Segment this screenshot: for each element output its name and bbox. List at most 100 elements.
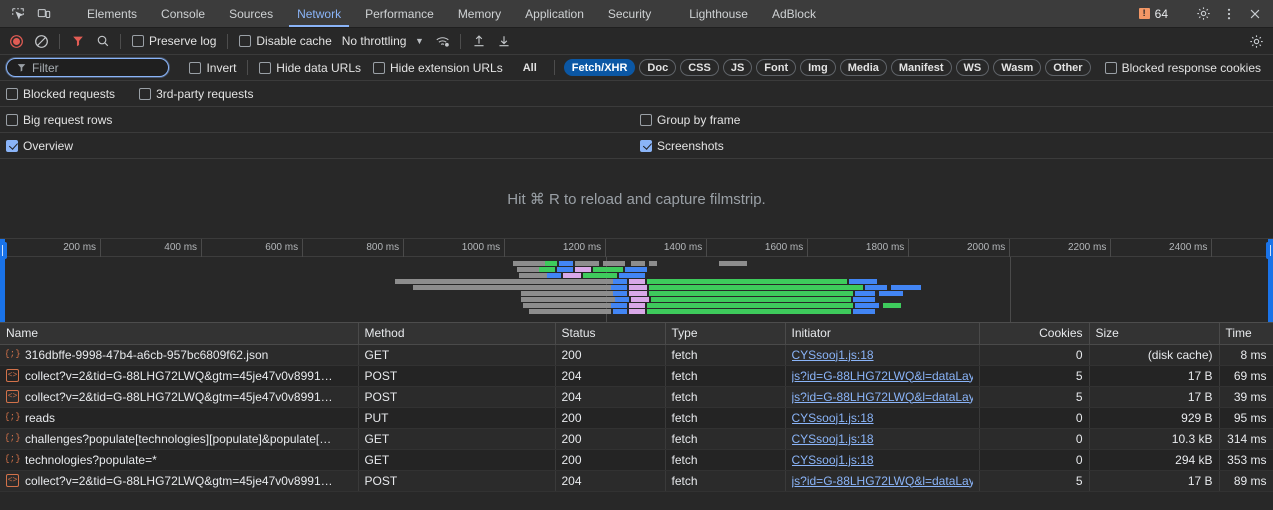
- overview-right-handle[interactable]: [1266, 239, 1273, 322]
- filter-pill-font[interactable]: Font: [756, 59, 797, 76]
- initiator-link[interactable]: js?id=G-88LHG72LWQ&l=dataLay: [792, 369, 973, 383]
- screenshots-wrap: Screenshots: [640, 139, 730, 153]
- network-overview[interactable]: 200 ms 400 ms 600 ms 800 ms 1000 ms 1200 ms 14…: [0, 239, 1273, 323]
- tab-sources[interactable]: Sources: [217, 0, 285, 27]
- overview-left-handle[interactable]: [0, 239, 7, 322]
- disable-cache-checkbox[interactable]: Disable cache: [233, 34, 337, 48]
- cell-name[interactable]: <> collect?v=2&tid=G-88LHG72LWQ&gtm=45je4…: [0, 365, 359, 387]
- filter-pill-media[interactable]: Media: [839, 59, 887, 76]
- table-row[interactable]: <> collect?v=2&tid=G-88LHG72LWQ&gtm=45je4…: [0, 365, 1273, 387]
- hide-extension-urls-checkbox[interactable]: Hide extension URLs: [367, 61, 509, 75]
- overview-checkbox[interactable]: Overview: [6, 139, 79, 153]
- search-input[interactable]: Filter: [6, 58, 170, 77]
- column-header-type[interactable]: Type: [665, 323, 786, 345]
- blocked-response-cookies-checkbox[interactable]: Blocked response cookies: [1099, 61, 1267, 75]
- table-row[interactable]: <> collect?v=2&tid=G-88LHG72LWQ&gtm=45je4…: [0, 386, 1273, 408]
- table-row[interactable]: {;} challenges?populate[technologies][pop…: [0, 428, 1273, 450]
- overview-waterfall[interactable]: [0, 257, 1273, 322]
- cell-name[interactable]: {;} 316dbffe-9998-47b4-a6cb-957bc6809f62.…: [0, 344, 359, 366]
- device-toolbar-icon[interactable]: [32, 3, 56, 25]
- filter-pill-img[interactable]: Img: [800, 59, 836, 76]
- initiator-link[interactable]: CYSsooj1.js:18: [792, 411, 973, 425]
- tab-memory[interactable]: Memory: [446, 0, 513, 27]
- column-header-initiator[interactable]: Initiator: [785, 323, 980, 345]
- cell-initiator[interactable]: js?id=G-88LHG72LWQ&l=dataLay: [785, 365, 980, 387]
- column-header-method[interactable]: Method: [358, 323, 556, 345]
- preserve-log-checkbox[interactable]: Preserve log: [126, 34, 222, 48]
- initiator-link[interactable]: js?id=G-88LHG72LWQ&l=dataLay: [792, 474, 973, 488]
- kebab-menu-icon[interactable]: [1217, 3, 1241, 25]
- screenshots-checkbox[interactable]: Screenshots: [640, 139, 730, 153]
- group-by-frame-checkbox[interactable]: Group by frame: [640, 113, 746, 127]
- tab-lighthouse[interactable]: Lighthouse: [677, 0, 760, 27]
- filter-pill-all[interactable]: All: [515, 59, 545, 76]
- overview-bar-segment: [575, 261, 599, 266]
- cell-initiator[interactable]: js?id=G-88LHG72LWQ&l=dataLay: [785, 386, 980, 408]
- record-button[interactable]: [4, 31, 29, 52]
- cell-name[interactable]: {;} technologies?populate=*: [0, 449, 359, 471]
- tab-performance[interactable]: Performance: [353, 0, 446, 27]
- table-row[interactable]: <> collect?v=2&tid=G-88LHG72LWQ&gtm=45je4…: [0, 470, 1273, 492]
- blocked-requests-checkbox[interactable]: Blocked requests: [6, 87, 121, 101]
- cell-name[interactable]: <> collect?v=2&tid=G-88LHG72LWQ&gtm=45je4…: [0, 470, 359, 492]
- tab-network[interactable]: Network: [285, 0, 353, 27]
- cell-initiator[interactable]: CYSsooj1.js:18: [785, 428, 980, 450]
- initiator-link[interactable]: js?id=G-88LHG72LWQ&l=dataLay: [792, 390, 973, 404]
- column-header-time[interactable]: Time: [1219, 323, 1273, 345]
- chevron-down-icon[interactable]: ▼: [408, 36, 430, 46]
- export-har-icon[interactable]: [491, 31, 516, 52]
- overview-bar-segment: [593, 267, 623, 272]
- wifi-settings-icon[interactable]: [430, 31, 455, 52]
- filter-pill-js[interactable]: JS: [722, 59, 753, 76]
- table-row[interactable]: {;} reads PUT 200 fetch CYSsooj1.js:18 0 929 B9…: [0, 407, 1273, 429]
- column-header-name[interactable]: Name: [0, 323, 359, 345]
- error-count-badge[interactable]: ! 64: [1133, 7, 1174, 21]
- cell-initiator[interactable]: CYSsooj1.js:18: [785, 449, 980, 471]
- throttling-select[interactable]: No throttling: [338, 34, 409, 48]
- search-icon[interactable]: [90, 31, 115, 52]
- hide-data-urls-checkbox[interactable]: Hide data URLs: [253, 61, 367, 75]
- initiator-link[interactable]: CYSsooj1.js:18: [792, 348, 973, 362]
- clear-button[interactable]: [29, 31, 54, 52]
- network-settings-gear-icon[interactable]: [1244, 31, 1269, 52]
- third-party-requests-checkbox[interactable]: 3rd-party requests: [133, 87, 259, 101]
- filter-pill-wasm[interactable]: Wasm: [993, 59, 1042, 76]
- pill-label: CSS: [688, 61, 711, 74]
- gear-icon[interactable]: [1191, 3, 1215, 25]
- funnel-icon[interactable]: [65, 31, 90, 52]
- initiator-link[interactable]: CYSsooj1.js:18: [792, 432, 973, 446]
- initiator-link[interactable]: CYSsooj1.js:18: [792, 453, 973, 467]
- cell-initiator[interactable]: js?id=G-88LHG72LWQ&l=dataLay: [785, 470, 980, 492]
- requests-table-container[interactable]: Name Method Status Type Initiator Cookie…: [0, 323, 1273, 510]
- filter-pill-css[interactable]: CSS: [680, 59, 719, 76]
- cell-name[interactable]: {;} challenges?populate[technologies][pop…: [0, 428, 359, 450]
- cell-initiator[interactable]: CYSsooj1.js:18: [785, 407, 980, 429]
- request-name-label: technologies?populate=*: [25, 452, 157, 467]
- tab-elements[interactable]: Elements: [75, 0, 149, 27]
- cell-name[interactable]: <> collect?v=2&tid=G-88LHG72LWQ&gtm=45je4…: [0, 386, 359, 408]
- tab-console[interactable]: Console: [149, 0, 217, 27]
- tab-security[interactable]: Security: [596, 0, 663, 27]
- big-request-rows-checkbox[interactable]: Big request rows: [6, 113, 118, 127]
- filter-pill-manifest[interactable]: Manifest: [890, 59, 952, 76]
- tab-application[interactable]: Application: [513, 0, 596, 27]
- column-header-cookies[interactable]: Cookies: [979, 323, 1090, 345]
- filter-pill-other[interactable]: Other: [1045, 59, 1091, 76]
- column-header-size[interactable]: Size: [1089, 323, 1220, 345]
- table-row[interactable]: {;} 316dbffe-9998-47b4-a6cb-957bc6809f62.…: [0, 344, 1273, 366]
- close-icon[interactable]: [1243, 3, 1267, 25]
- cell-size: 929 B: [1089, 407, 1220, 429]
- cell-name[interactable]: {;} reads: [0, 407, 359, 429]
- filter-pill-doc[interactable]: Doc: [639, 59, 677, 76]
- import-har-icon[interactable]: [466, 31, 491, 52]
- filter-pill-ws[interactable]: WS: [955, 59, 990, 76]
- column-header-status[interactable]: Status: [555, 323, 666, 345]
- inspect-element-icon[interactable]: [6, 3, 30, 25]
- cell-method: POST: [358, 386, 556, 408]
- overview-bar-segment: [575, 267, 591, 272]
- filter-pill-fetch-xhr[interactable]: Fetch/XHR: [563, 59, 636, 76]
- cell-initiator[interactable]: CYSsooj1.js:18: [785, 344, 980, 366]
- invert-checkbox[interactable]: Invert: [183, 61, 242, 75]
- table-row[interactable]: {;} technologies?populate=* GET 200 fetch CYS…: [0, 449, 1273, 471]
- tab-adblock[interactable]: AdBlock: [760, 0, 828, 27]
